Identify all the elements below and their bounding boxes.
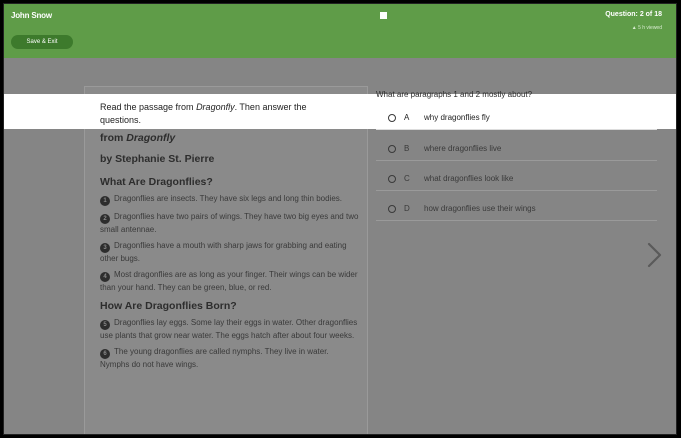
paragraph-text: Dragonflies have two pairs of wings. The…: [100, 212, 359, 234]
paragraph-text: The young dragonflies are called nymphs.…: [100, 347, 329, 369]
paragraph-number: 4: [100, 272, 110, 282]
paragraph-number: 3: [100, 243, 110, 253]
answer-option-a[interactable]: A why dragonflies fly: [376, 106, 657, 130]
flag-icon[interactable]: [380, 12, 387, 19]
answer-text: how dragonflies use their wings: [424, 204, 536, 213]
radio-icon[interactable]: [388, 204, 396, 213]
section-heading-1: What Are Dragonflies?: [100, 176, 213, 188]
answer-option-c[interactable]: C what dragonflies look like: [376, 167, 657, 191]
test-window: John Snow Save & Exit Question: 2 of 18 …: [3, 3, 677, 435]
student-name: John Snow: [11, 11, 52, 20]
answer-letter: B: [404, 144, 410, 153]
answer-letter: A: [404, 113, 410, 122]
paragraph-4: 4 Most dragonflies are as long as your fi…: [100, 269, 360, 293]
paragraph-6: 6 The young dragonflies are called nymphs…: [100, 346, 360, 370]
header-bar: John Snow Save & Exit Question: 2 of 18 …: [4, 4, 676, 58]
chevron-right-icon[interactable]: [644, 240, 664, 270]
answer-letter: D: [404, 204, 410, 213]
prompt-title: Dragonfly: [196, 102, 235, 112]
paragraph-number: 5: [100, 320, 110, 330]
prompt-text-start: Read the passage from: [100, 102, 197, 112]
save-exit-button[interactable]: Save & Exit: [11, 35, 73, 49]
section-heading-2: How Are Dragonflies Born?: [100, 300, 237, 312]
passage-source-title: Dragonfly: [126, 132, 176, 144]
paragraph-number: 6: [100, 349, 110, 359]
answer-option-d[interactable]: D how dragonflies use their wings: [376, 197, 657, 221]
paragraph-number: 2: [100, 214, 110, 224]
radio-icon[interactable]: [388, 174, 396, 183]
question-counter: Question: 2 of 18: [605, 11, 662, 18]
answer-text: where dragonflies live: [424, 144, 502, 153]
answer-text: what dragonflies look like: [424, 174, 514, 183]
answer-text: why dragonflies fly: [424, 113, 490, 122]
passage-source: from Dragonfly: [100, 132, 176, 144]
paragraph-text: Dragonflies are insects. They have six l…: [114, 194, 342, 203]
passage-body: from Dragonfly by Stephanie St. Pierre W…: [100, 132, 360, 375]
paragraph-text: Most dragonflies are as long as your fin…: [100, 270, 358, 292]
paragraph-3: 3 Dragonflies have a mouth with sharp jaw…: [100, 240, 360, 264]
paragraph-text: Dragonflies have a mouth with sharp jaws…: [100, 241, 347, 263]
answer-letter: C: [404, 174, 410, 183]
paragraph-text: Dragonflies lay eggs. Some lay their egg…: [100, 318, 358, 340]
passage-author: by Stephanie St. Pierre: [100, 153, 215, 165]
question-status: ▲ 5 h viewed: [631, 25, 662, 31]
paragraph-5: 5 Dragonflies lay eggs. Some lay their eg…: [100, 317, 360, 341]
passage-prompt: Read the passage from Dragonfly. Then an…: [100, 101, 336, 127]
answer-option-b[interactable]: B where dragonflies live: [376, 137, 657, 161]
radio-icon[interactable]: [388, 144, 396, 153]
paragraph-2: 2 Dragonflies have two pairs of wings. Th…: [100, 211, 360, 235]
paragraph-number: 1: [100, 196, 110, 206]
paragraph-1: 1 Dragonflies are insects. They have six …: [100, 193, 360, 206]
radio-icon[interactable]: [388, 113, 396, 122]
question-stem: What are paragraphs 1 and 2 mostly about…: [376, 90, 533, 99]
